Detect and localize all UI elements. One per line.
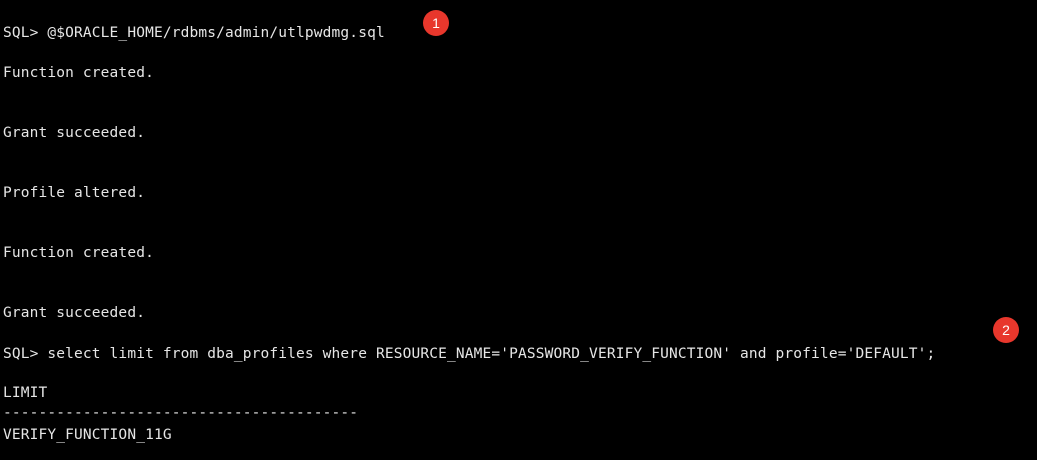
column-header-limit: LIMIT xyxy=(3,385,48,401)
result-value: VERIFY_FUNCTION_11G xyxy=(3,427,172,443)
terminal-window[interactable]: SQL> @$ORACLE_HOME/rdbms/admin/utlpwdmg.… xyxy=(0,0,1037,460)
annotation-marker-1: 1 xyxy=(423,10,449,36)
output-grant-succeeded: Grant succeeded. xyxy=(3,125,146,141)
output-profile-altered: Profile altered. xyxy=(3,185,146,201)
output-grant-succeeded-2: Grant succeeded. xyxy=(3,305,146,321)
output-function-created-2: Function created. xyxy=(3,245,154,261)
command-select-limit: SQL> select limit from dba_profiles wher… xyxy=(3,346,936,362)
annotation-marker-2: 2 xyxy=(993,317,1019,343)
column-separator: ---------------------------------------- xyxy=(3,405,359,421)
output-function-created: Function created. xyxy=(3,65,154,81)
command-run-script: SQL> @$ORACLE_HOME/rdbms/admin/utlpwdmg.… xyxy=(3,25,385,41)
